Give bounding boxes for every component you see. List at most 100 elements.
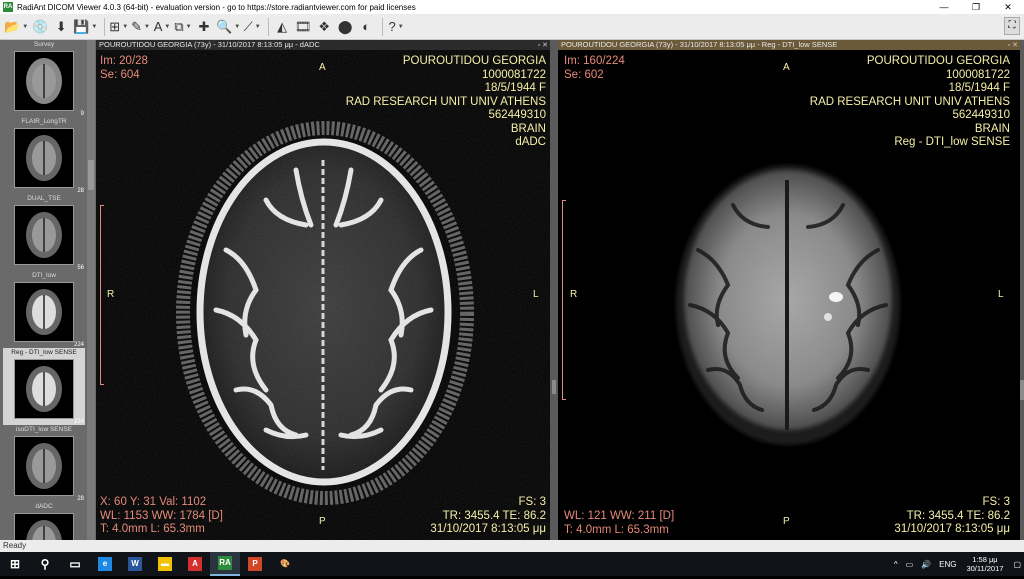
fullscreen-button[interactable]: ⛶ xyxy=(1004,17,1020,35)
mpr-button[interactable]: ◭ xyxy=(273,17,291,37)
orientation-top: A xyxy=(319,62,326,73)
clock[interactable]: 1:58 μμ 30/11/2017 xyxy=(966,555,1003,573)
open-folder-icon: 📂 xyxy=(4,18,21,34)
volume-icon[interactable]: 🔊 xyxy=(921,560,931,569)
radiant-taskbar-button[interactable]: RA xyxy=(210,552,240,576)
edge-icon: e xyxy=(98,557,112,571)
series-item[interactable]: Survey 9 xyxy=(3,40,85,117)
series-thumbnail[interactable] xyxy=(14,359,74,419)
start-windows-taskbar-button[interactable]: ⊞ xyxy=(0,552,30,576)
clock-date: 30/11/2017 xyxy=(966,564,1004,573)
powerpoint-taskbar-button[interactable]: P xyxy=(240,552,270,576)
paint-icon: 🎨 xyxy=(280,559,290,568)
acrobat-taskbar-button[interactable]: A xyxy=(180,552,210,576)
dropdown-arrow-icon[interactable]: ▼ xyxy=(398,24,404,30)
dropdown-arrow-icon[interactable]: ▼ xyxy=(164,24,170,30)
ruler-button[interactable]: ⟋ ▼ xyxy=(243,17,261,37)
maximize-viewport-icon[interactable]: ▫ ✕ xyxy=(538,41,548,50)
viewport-right[interactable]: POUROUTIDOU GEORGIA (73y) - 31/10/2017 8… xyxy=(558,40,1020,540)
powerpoint-icon: P xyxy=(248,557,262,571)
right-scrollbar[interactable] xyxy=(1020,40,1024,540)
layout-grid-button[interactable]: ⊞ ▼ xyxy=(109,17,128,37)
restore-button[interactable]: ❐ xyxy=(960,0,992,14)
series-item[interactable]: DTI_low 224 xyxy=(3,271,85,348)
open-folder-button[interactable]: 📂 ▼ xyxy=(4,17,28,37)
dropdown-arrow-icon[interactable]: ▼ xyxy=(186,24,192,30)
probe-button[interactable]: 🔍 ▼ xyxy=(216,17,240,37)
series-thumbnail[interactable] xyxy=(14,436,74,496)
sync-icon: ⧉ xyxy=(174,18,184,34)
reconstruction-button[interactable]: ❖ xyxy=(315,17,333,37)
layout-grid-icon: ⊞ xyxy=(109,18,121,34)
dropdown-arrow-icon[interactable]: ▼ xyxy=(22,24,28,30)
fusion-button[interactable]: ◐ xyxy=(357,17,375,37)
pen-button[interactable]: ✎ ▼ xyxy=(131,17,150,37)
start-windows-icon: ⊞ xyxy=(9,557,21,571)
frame-speed: FS: 3 xyxy=(518,496,546,508)
right-scroll-thumb[interactable] xyxy=(1020,380,1024,400)
maximize-viewport-icon[interactable]: ▫ ✕ xyxy=(1008,41,1018,50)
series-thumbnail[interactable] xyxy=(14,205,74,265)
series-number: Se: 604 xyxy=(100,68,140,81)
scale-bar xyxy=(100,205,104,385)
title-bar: RA RadiAnt DICOM Viewer 4.0.3 (64-bit) -… xyxy=(0,0,1024,14)
mpr-icon: ◭ xyxy=(277,18,288,34)
notifications-icon[interactable]: ▢ xyxy=(1013,560,1021,569)
reconstruction-icon: ❖ xyxy=(318,18,330,34)
accession-number: 562449310 xyxy=(952,109,1010,121)
crosshair-button[interactable]: ✚ xyxy=(195,17,213,37)
paint-taskbar-button[interactable]: 🎨 xyxy=(270,552,300,576)
minimize-button[interactable]: — xyxy=(928,0,960,14)
radiant-app-icon: RA xyxy=(3,2,13,12)
dropdown-arrow-icon[interactable]: ▼ xyxy=(144,24,150,30)
3d-button[interactable]: ⬤ xyxy=(336,17,354,37)
dropdown-arrow-icon[interactable]: ▼ xyxy=(255,24,261,30)
dropdown-arrow-icon[interactable]: ▼ xyxy=(234,24,240,30)
toolbar-separator xyxy=(382,17,384,36)
task-view-taskbar-button[interactable]: ▭ xyxy=(60,552,90,576)
sync-button[interactable]: ⧉ ▼ xyxy=(174,17,192,37)
series-scrollbar[interactable] xyxy=(87,40,95,540)
series-label: DUAL_TSE xyxy=(27,195,61,202)
accession-number: 562449310 xyxy=(488,109,546,121)
search-icon: ⚲ xyxy=(40,557,50,571)
orientation-bottom: P xyxy=(319,516,326,527)
help-button[interactable]: ? ▼ xyxy=(387,17,405,37)
viewport-left[interactable]: POUROUTIDOU GEORGIA (73y) - 31/10/2017 8… xyxy=(96,40,550,540)
close-button[interactable]: ✕ xyxy=(992,0,1024,14)
film-button[interactable]: 🎞 xyxy=(294,17,312,37)
body-part: BRAIN xyxy=(974,122,1010,135)
orientation-left: R xyxy=(570,289,578,300)
series-thumbnail[interactable] xyxy=(14,282,74,342)
search-taskbar-button[interactable]: ⚲ xyxy=(30,552,60,576)
text-button[interactable]: A ▼ xyxy=(153,17,171,37)
crosshair-icon: ✚ xyxy=(198,18,210,34)
series-thumbnail[interactable] xyxy=(14,51,74,111)
series-item[interactable]: Reg - DTI_low SENSE 224 xyxy=(3,348,85,425)
task-view-icon: ▭ xyxy=(69,557,81,571)
3d-icon: ⬤ xyxy=(337,18,353,34)
series-item[interactable]: FLAIR_LongTR 28 xyxy=(3,117,85,194)
download-button[interactable]: ⬇ xyxy=(52,17,70,37)
dropdown-arrow-icon[interactable]: ▼ xyxy=(122,24,128,30)
file-explorer-taskbar-button[interactable]: ▬ xyxy=(150,552,180,576)
edge-taskbar-button[interactable]: e xyxy=(90,552,120,576)
dropdown-arrow-icon[interactable]: ▼ xyxy=(91,24,97,30)
word-taskbar-button[interactable]: W xyxy=(120,552,150,576)
series-item[interactable]: DUAL_TSE 56 xyxy=(3,194,85,271)
splitter-grip[interactable] xyxy=(552,380,556,394)
series-scroll-thumb[interactable] xyxy=(88,160,94,190)
series-item[interactable]: isoDTI_low SENSE 28 xyxy=(3,425,85,502)
viewport-splitter[interactable] xyxy=(550,40,558,540)
cd-button[interactable]: 💿 xyxy=(31,17,49,37)
help-icon: ? xyxy=(388,19,396,34)
series-thumbnail[interactable] xyxy=(14,128,74,188)
pen-icon: ✎ xyxy=(131,18,143,34)
save-button[interactable]: 💾 ▼ xyxy=(73,17,97,37)
tray-overflow-icon[interactable]: ^ xyxy=(894,560,898,569)
network-icon[interactable]: ▭ xyxy=(906,560,914,569)
institution: RAD RESEARCH UNIT UNIV ATHENS xyxy=(345,95,546,108)
series-panel: Survey 9 FLAIR_LongTR 28 DUAL_TSE 56 DTI_low 22… xyxy=(0,40,96,573)
language-indicator[interactable]: ENG xyxy=(939,560,956,569)
frame-speed: FS: 3 xyxy=(982,496,1010,508)
